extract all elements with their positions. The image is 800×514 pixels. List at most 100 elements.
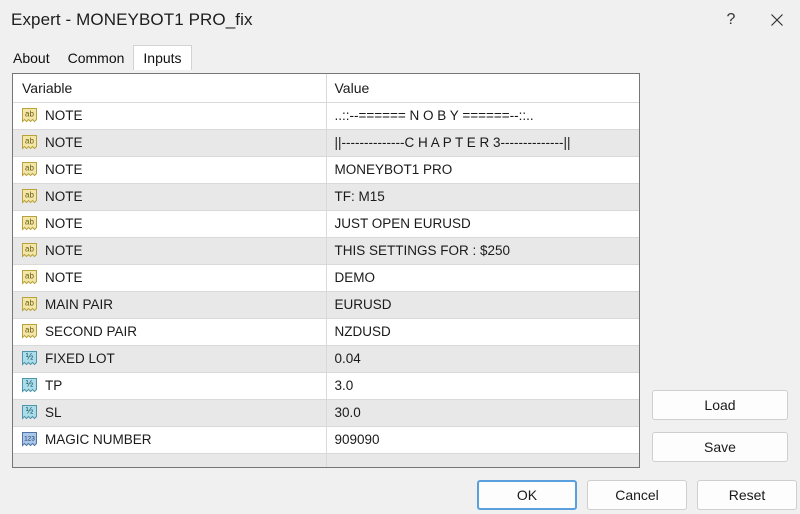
table-row[interactable]: ab SECOND PAIR NZDUSD bbox=[13, 318, 639, 345]
side-button-group: Load Save bbox=[652, 390, 788, 462]
value-text: DEMO bbox=[335, 271, 640, 285]
table-row[interactable]: ab NOTE THIS SETTINGS FOR : $250 bbox=[13, 237, 639, 264]
value-cell[interactable]: EURUSD bbox=[326, 291, 639, 318]
string-type-icon: ab bbox=[21, 269, 38, 286]
value-cell[interactable]: 3.0 bbox=[326, 372, 639, 399]
variable-name: NOTE bbox=[45, 271, 83, 285]
variable-cell[interactable]: ½ SL bbox=[13, 399, 326, 426]
cancel-button[interactable]: Cancel bbox=[587, 480, 687, 510]
integer-type-icon: 123 bbox=[21, 431, 38, 448]
variable-cell[interactable]: abNOTE bbox=[13, 210, 326, 237]
inputs-table-panel[interactable]: Variable Value abNOTE..::--====== N O B … bbox=[12, 73, 640, 468]
tab-inputs[interactable]: Inputs bbox=[133, 45, 191, 70]
table-body: abNOTE..::--====== N O B Y ======--::..a… bbox=[13, 102, 639, 468]
table-header-row: Variable Value bbox=[13, 74, 639, 102]
value-text: ..::--====== N O B Y ======--::.. bbox=[335, 109, 640, 123]
variable-cell[interactable] bbox=[13, 453, 326, 468]
variable-name: MAGIC NUMBER bbox=[45, 433, 152, 447]
table-row[interactable]: ab NOTE ..::--====== N O B Y ======--::.. bbox=[13, 102, 639, 129]
value-cell[interactable]: NZDUSD bbox=[326, 318, 639, 345]
variable-name: SECOND PAIR bbox=[45, 325, 137, 339]
svg-text:½: ½ bbox=[26, 352, 34, 362]
value-text: 3.0 bbox=[335, 379, 640, 393]
table-row[interactable]: ab MAIN PAIR EURUSD bbox=[13, 291, 639, 318]
string-type-icon: ab bbox=[21, 215, 38, 232]
table-row[interactable]: ½ SL 30.0 bbox=[13, 399, 639, 426]
tab-about[interactable]: About bbox=[4, 47, 59, 69]
value-cell[interactable]: DEMO bbox=[326, 264, 639, 291]
value-cell[interactable]: 909090 bbox=[326, 426, 639, 453]
load-button[interactable]: Load bbox=[652, 390, 788, 420]
table-row[interactable]: 123 MAGIC NUMBER 909090 bbox=[13, 426, 639, 453]
svg-text:ab: ab bbox=[25, 245, 34, 254]
svg-text:½: ½ bbox=[26, 379, 34, 389]
svg-text:ab: ab bbox=[25, 272, 34, 281]
double-type-icon: ½ bbox=[21, 350, 38, 367]
variable-cell[interactable]: ab NOTE bbox=[13, 183, 326, 210]
table-row[interactable]: abNOTE ||--------------C H A P T E R 3---… bbox=[13, 129, 639, 156]
variable-name: NOTE bbox=[45, 244, 83, 258]
inputs-table: Variable Value abNOTE..::--====== N O B … bbox=[13, 74, 639, 468]
value-cell[interactable]: 0.04 bbox=[326, 345, 639, 372]
value-cell[interactable]: 30.0 bbox=[326, 399, 639, 426]
variable-cell[interactable]: ab SECOND PAIR bbox=[13, 318, 326, 345]
variable-cell[interactable]: ab NOTE bbox=[13, 156, 326, 183]
variable-name: TP bbox=[45, 379, 62, 393]
value-cell[interactable]: JUST OPEN EURUSD bbox=[326, 210, 639, 237]
table-row[interactable]: ab NOTE TF: M15 bbox=[13, 183, 639, 210]
variable-cell[interactable]: ab NOTE bbox=[13, 102, 326, 129]
value-text: 0.04 bbox=[335, 352, 640, 366]
svg-text:ab: ab bbox=[25, 326, 34, 335]
value-text: 909090 bbox=[335, 433, 640, 447]
value-cell[interactable] bbox=[326, 453, 639, 468]
variable-name: NOTE bbox=[45, 136, 83, 150]
reset-button[interactable]: Reset bbox=[697, 480, 797, 510]
double-type-icon: ½ bbox=[21, 404, 38, 421]
variable-name: NOTE bbox=[45, 190, 83, 204]
help-icon[interactable]: ? bbox=[708, 0, 754, 40]
string-type-icon: ab bbox=[21, 107, 38, 124]
table-row[interactable]: abNOTE JUST OPEN EURUSD bbox=[13, 210, 639, 237]
variable-cell[interactable]: ab NOTE bbox=[13, 264, 326, 291]
value-cell[interactable]: TF: M15 bbox=[326, 183, 639, 210]
column-header-value[interactable]: Value bbox=[326, 74, 639, 102]
close-icon[interactable] bbox=[754, 0, 800, 40]
table-row[interactable]: ½FIXED LOT 0.04 bbox=[13, 345, 639, 372]
value-text: 30.0 bbox=[335, 406, 640, 420]
window-title: Expert - MONEYBOT1 PRO_fix bbox=[11, 10, 253, 30]
value-cell[interactable]: ..::--====== N O B Y ======--::.. bbox=[326, 102, 639, 129]
save-button[interactable]: Save bbox=[652, 432, 788, 462]
table-row[interactable]: ½ TP 3.0 bbox=[13, 372, 639, 399]
variable-cell[interactable]: 123 MAGIC NUMBER bbox=[13, 426, 326, 453]
svg-text:ab: ab bbox=[25, 110, 34, 119]
svg-text:ab: ab bbox=[25, 191, 34, 200]
ok-button[interactable]: OK bbox=[477, 480, 577, 510]
variable-name: NOTE bbox=[45, 163, 83, 177]
tab-bar: About Common Inputs bbox=[4, 44, 192, 69]
tab-common[interactable]: Common bbox=[59, 47, 134, 69]
variable-cell[interactable]: ab MAIN PAIR bbox=[13, 291, 326, 318]
svg-text:ab: ab bbox=[25, 164, 34, 173]
variable-name: MAIN PAIR bbox=[45, 298, 113, 312]
variable-cell[interactable]: ½FIXED LOT bbox=[13, 345, 326, 372]
window-controls: ? bbox=[708, 0, 800, 40]
string-type-icon: ab bbox=[21, 296, 38, 313]
string-type-icon: ab bbox=[21, 242, 38, 259]
value-cell[interactable]: THIS SETTINGS FOR : $250 bbox=[326, 237, 639, 264]
table-row[interactable]: ab NOTE DEMO bbox=[13, 264, 639, 291]
table-row[interactable]: ab NOTE MONEYBOT1 PRO bbox=[13, 156, 639, 183]
variable-name: NOTE bbox=[45, 109, 83, 123]
variable-cell[interactable]: ab NOTE bbox=[13, 237, 326, 264]
table-row[interactable] bbox=[13, 453, 639, 468]
value-cell[interactable]: ||--------------C H A P T E R 3---------… bbox=[326, 129, 639, 156]
expert-properties-dialog: Expert - MONEYBOT1 PRO_fix ? About Commo… bbox=[0, 0, 800, 514]
value-text: ||--------------C H A P T E R 3---------… bbox=[335, 136, 640, 150]
value-cell[interactable]: MONEYBOT1 PRO bbox=[326, 156, 639, 183]
column-header-variable[interactable]: Variable bbox=[13, 74, 326, 102]
variable-cell[interactable]: ½ TP bbox=[13, 372, 326, 399]
title-bar: Expert - MONEYBOT1 PRO_fix ? bbox=[0, 0, 800, 40]
value-text: JUST OPEN EURUSD bbox=[335, 217, 640, 231]
variable-cell[interactable]: abNOTE bbox=[13, 129, 326, 156]
variable-name: SL bbox=[45, 406, 62, 420]
svg-text:½: ½ bbox=[26, 406, 34, 416]
